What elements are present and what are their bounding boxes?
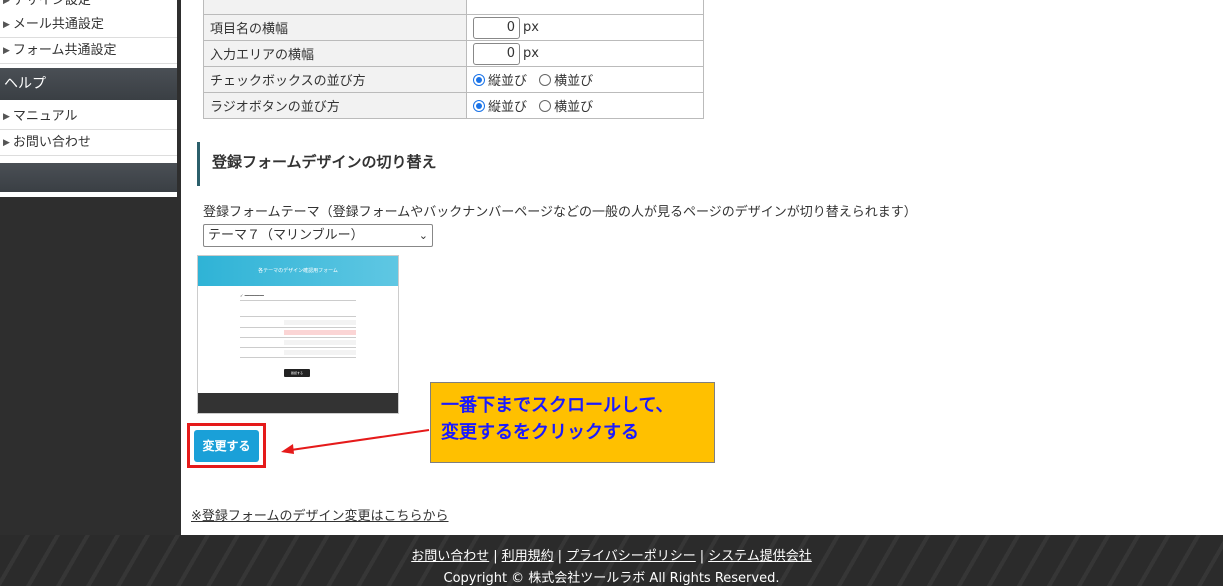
unit-label: px xyxy=(523,46,539,61)
triangle-right-icon: ▶ xyxy=(3,138,10,148)
sidebar-item-label: お問い合わせ xyxy=(12,135,91,150)
triangle-right-icon: ▶ xyxy=(3,46,10,56)
sidebar-item-contact[interactable]: ▶ お問い合わせ xyxy=(0,130,177,156)
preview-field xyxy=(284,320,356,325)
theme-preview-image: 各テーマのデザイン確認用フォーム ✓ ━━━━━━━━ 確認する xyxy=(197,255,399,414)
instruction-callout: 一番下までスクロールして、 変更するをクリックする xyxy=(430,382,715,463)
preview-field xyxy=(284,330,356,335)
label-width-input[interactable]: 0 xyxy=(473,16,520,39)
footer-link-terms[interactable]: 利用規約 xyxy=(502,549,554,564)
table-row: チェックボックスの並び方 縦並び 横並び xyxy=(203,66,704,93)
row-label: チェックボックスの並び方 xyxy=(203,66,467,93)
main-content: 項目名の横幅 0 px 入力エリアの横幅 0 px チェックボックスの並び方 縦並び… xyxy=(181,0,1223,535)
change-button[interactable]: 変更する xyxy=(194,430,259,462)
footer-separator: | xyxy=(557,549,563,564)
settings-table: 項目名の横幅 0 px 入力エリアの横幅 0 px チェックボックスの並び方 縦並び… xyxy=(203,0,704,119)
radio-layout-horizontal-radio[interactable] xyxy=(539,99,552,112)
preview-divider xyxy=(240,357,356,358)
row-value: 0 px xyxy=(466,40,704,67)
table-row: 項目名の横幅 0 px xyxy=(203,14,704,41)
triangle-right-icon: ▶ xyxy=(3,0,10,6)
preview-divider xyxy=(240,347,356,348)
sidebar-bottom-bar xyxy=(0,163,177,192)
preview-submit-button: 確認する xyxy=(284,369,310,377)
arrow-left-icon xyxy=(281,429,430,454)
sidebar-item-mail-settings[interactable]: ▶ メール共通設定 xyxy=(0,12,177,38)
sidebar-item-label: フォーム共通設定 xyxy=(12,43,117,58)
row-value: 縦並び 横並び xyxy=(466,66,704,93)
preview-field xyxy=(284,350,356,355)
preview-footer xyxy=(198,393,398,413)
table-row: ラジオボタンの並び方 縦並び 横並び xyxy=(203,92,704,119)
sidebar: ▶ デザイン設定 ▶ メール共通設定 ▶ フォーム共通設定 ヘルプ ▶ マニュアル ▶ お… xyxy=(0,0,181,535)
triangle-right-icon: ▶ xyxy=(3,112,10,122)
preview-body: ✓ ━━━━━━━━ 確認する xyxy=(198,286,398,393)
sidebar-item-label: デザイン設定 xyxy=(12,0,91,8)
preview-header: 各テーマのデザイン確認用フォーム xyxy=(198,256,398,286)
row-label xyxy=(203,0,467,15)
preview-divider xyxy=(240,316,356,317)
sidebar-item-label: マニュアル xyxy=(12,109,78,124)
footer-separator: | xyxy=(493,549,498,564)
sidebar-heading-help: ヘルプ xyxy=(0,68,177,100)
radio-label: 縦並び xyxy=(488,100,528,115)
footer-link-provider[interactable]: システム提供会社 xyxy=(708,549,812,564)
row-label: 入力エリアの横幅 xyxy=(203,40,467,67)
section-title: 登録フォームデザインの切り替え xyxy=(197,142,437,186)
callout-line: 一番下までスクロールして、 xyxy=(441,395,674,416)
sidebar-panel: ▶ デザイン設定 ▶ メール共通設定 ▶ フォーム共通設定 ヘルプ ▶ マニュアル ▶ お… xyxy=(0,0,177,197)
sidebar-item-manual[interactable]: ▶ マニュアル xyxy=(0,104,177,130)
radio-label: 横並び xyxy=(554,100,594,115)
row-label: ラジオボタンの並び方 xyxy=(203,92,467,119)
table-row xyxy=(203,0,704,15)
row-value: 0 px xyxy=(466,14,704,41)
radio-label: 縦並び xyxy=(488,74,528,89)
callout-line: 変更するをクリックする xyxy=(441,422,639,443)
footer-link-privacy[interactable]: プライバシーポリシー xyxy=(566,549,696,564)
theme-select-value: テーマ７（マリンブルー） xyxy=(208,228,364,243)
theme-label: 登録フォームテーマ（登録フォームやバックナンバーページなどの一般の人が見るページ… xyxy=(203,205,917,220)
footer-links: お問い合わせ | 利用規約 | プライバシーポリシー | システム提供会社 xyxy=(0,545,1223,564)
design-change-link[interactable]: ※登録フォームのデザイン変更はこちらから xyxy=(191,505,449,524)
footer-link-contact[interactable]: お問い合わせ xyxy=(411,549,489,564)
preview-divider xyxy=(240,337,356,338)
radio-label: 横並び xyxy=(554,74,594,89)
preview-field xyxy=(284,340,356,345)
checkbox-layout-vertical-radio[interactable] xyxy=(473,73,485,86)
unit-label: px xyxy=(523,20,539,35)
row-value xyxy=(466,0,704,15)
preview-divider xyxy=(240,300,356,301)
footer: お問い合わせ | 利用規約 | プライバシーポリシー | システム提供会社 Copyrigh… xyxy=(0,535,1223,586)
checkbox-layout-horizontal-radio[interactable] xyxy=(539,73,552,86)
preview-form-title: ✓ ━━━━━━━━ xyxy=(240,293,264,298)
footer-separator: | xyxy=(699,549,705,564)
sidebar-item-label: メール共通設定 xyxy=(12,17,104,32)
table-row: 入力エリアの横幅 0 px xyxy=(203,40,704,67)
triangle-right-icon: ▶ xyxy=(3,20,10,30)
input-area-width-input[interactable]: 0 xyxy=(473,42,520,65)
row-value: 縦並び 横並び xyxy=(466,92,704,119)
copyright: Copyright © 株式会社ツールラボ All Rights Reserve… xyxy=(443,571,780,586)
sidebar-item-form-settings[interactable]: ▶ フォーム共通設定 xyxy=(0,38,177,64)
chevron-down-icon: ⌄ xyxy=(418,229,428,242)
row-label: 項目名の横幅 xyxy=(203,14,467,41)
preview-divider xyxy=(240,327,356,328)
theme-select[interactable]: テーマ７（マリンブルー） ⌄ xyxy=(203,224,433,247)
radio-layout-vertical-radio[interactable] xyxy=(473,99,485,112)
